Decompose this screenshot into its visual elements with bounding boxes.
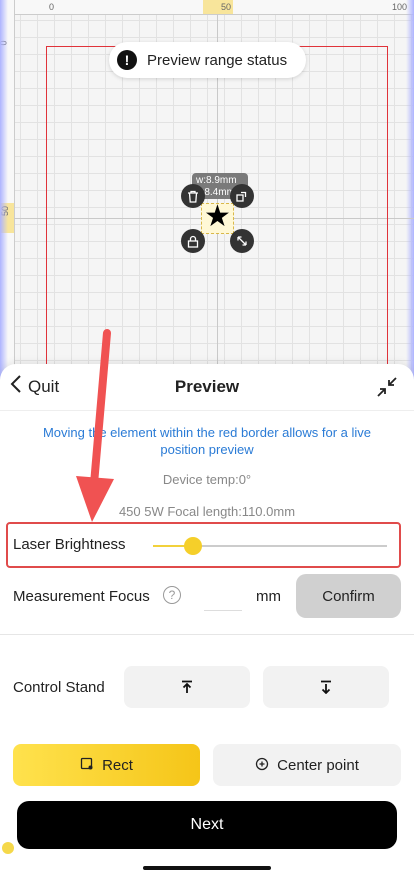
crosshair-icon	[255, 757, 269, 774]
workspace-canvas[interactable]: 0 50 100 0 50 ! Preview range status w:8…	[0, 0, 414, 400]
rotate-handle-icon[interactable]	[230, 184, 254, 208]
floating-assist-dot[interactable]	[2, 842, 14, 854]
page-title: Preview	[174, 377, 240, 396]
arrow-down-icon	[321, 680, 331, 694]
preview-sheet: Quit Preview Moving the element within t…	[0, 364, 414, 873]
center-point-mode-label: Center point	[277, 756, 359, 774]
ruler-tick: 50	[221, 2, 232, 12]
center-point-mode-button[interactable]: Center point	[213, 744, 401, 786]
home-indicator	[143, 866, 271, 870]
rect-mode-label: Rect	[102, 756, 133, 774]
next-button[interactable]: Next	[17, 801, 397, 849]
preview-notice: Moving the element within the red border…	[42, 425, 372, 457]
focus-unit: mm	[256, 588, 281, 605]
laser-brightness-label: Laser Brightness	[13, 536, 126, 553]
preview-range-status[interactable]: ! Preview range status	[109, 42, 306, 78]
lock-handle-icon[interactable]	[181, 229, 205, 253]
canvas-edge-glow	[0, 0, 8, 400]
alert-icon: !	[117, 50, 137, 70]
laser-brightness-slider[interactable]	[153, 537, 387, 555]
scale-handle-icon[interactable]	[230, 229, 254, 253]
star-element[interactable]: ★	[201, 199, 234, 235]
focal-length-info: 450 5W Focal length:110.0mm	[118, 504, 296, 519]
divider	[0, 634, 414, 635]
sheet-header: Quit Preview	[0, 364, 414, 411]
rect-mode-button[interactable]: Rect	[13, 744, 200, 786]
stand-up-button[interactable]	[124, 666, 250, 708]
delete-handle-icon[interactable]	[181, 184, 205, 208]
canvas-edge-glow	[406, 0, 414, 400]
slider-thumb[interactable]	[183, 537, 202, 555]
help-icon[interactable]: ?	[163, 586, 181, 604]
ruler-top: 0 50 100	[0, 0, 414, 15]
confirm-button[interactable]: Confirm	[296, 574, 401, 618]
arrow-up-icon	[182, 680, 192, 693]
ruler-tick: 0	[49, 2, 55, 12]
laser-brightness-row: Laser Brightness	[6, 522, 401, 568]
rect-icon	[80, 757, 94, 774]
stand-down-button[interactable]	[263, 666, 389, 708]
measurement-focus-label: Measurement Focus	[13, 588, 150, 605]
collapse-icon[interactable]	[374, 374, 400, 400]
ruler-tick: 100	[392, 2, 408, 12]
preview-status-label: Preview range status	[147, 51, 288, 69]
focus-value-input[interactable]	[204, 584, 242, 611]
control-stand-label: Control Stand	[13, 679, 105, 696]
device-temp: Device temp:0°	[162, 472, 252, 487]
